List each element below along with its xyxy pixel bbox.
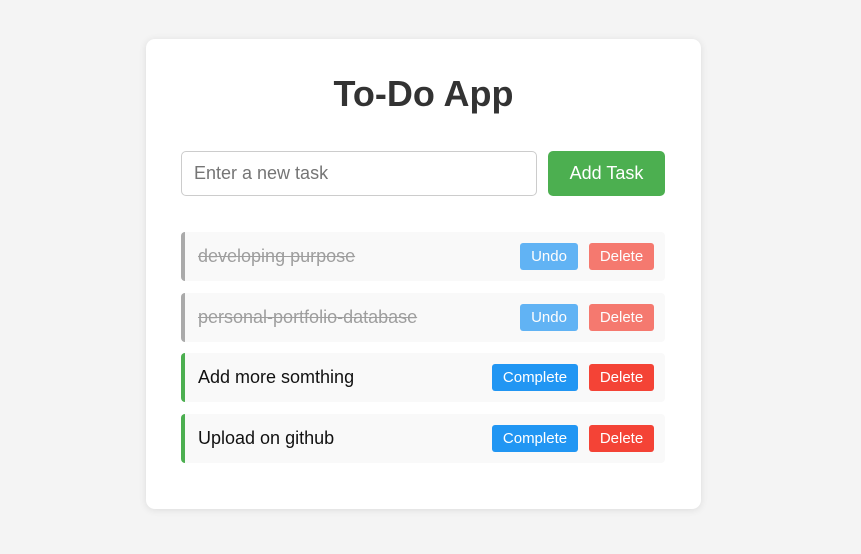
- delete-button[interactable]: Delete: [589, 243, 654, 270]
- task-actions: Complete Delete: [492, 424, 654, 452]
- task-item: developing purpose Undo Delete: [181, 232, 665, 281]
- task-list: developing purpose Undo Delete personal-…: [181, 232, 665, 474]
- page-title: To-Do App: [333, 73, 514, 114]
- task-actions: Undo Delete: [520, 243, 654, 270]
- task-item: personal-portfolio-database Undo Delete: [181, 292, 665, 342]
- complete-button[interactable]: Complete: [492, 424, 578, 452]
- task-actions: Undo Delete: [520, 303, 654, 331]
- add-task-button[interactable]: Add Task: [548, 151, 665, 196]
- task-text: Add more somthing: [198, 367, 355, 387]
- task-text: personal-portfolio-database: [198, 306, 418, 327]
- task-text: Upload on github: [198, 427, 335, 448]
- delete-button[interactable]: Delete: [589, 424, 654, 452]
- delete-button[interactable]: Delete: [589, 303, 654, 331]
- complete-button[interactable]: Complete: [492, 364, 578, 391]
- new-task-input[interactable]: [181, 151, 537, 196]
- delete-button[interactable]: Delete: [589, 364, 654, 391]
- task-item: Add more somthing Complete Delete: [181, 353, 665, 402]
- undo-button[interactable]: Undo: [520, 243, 578, 270]
- todo-card: To-Do App Add Task developing purpose Un…: [146, 39, 701, 509]
- task-text: developing purpose: [198, 246, 356, 266]
- task-item: Upload on github Complete Delete: [181, 413, 665, 463]
- undo-button[interactable]: Undo: [520, 303, 578, 331]
- task-actions: Complete Delete: [492, 364, 654, 391]
